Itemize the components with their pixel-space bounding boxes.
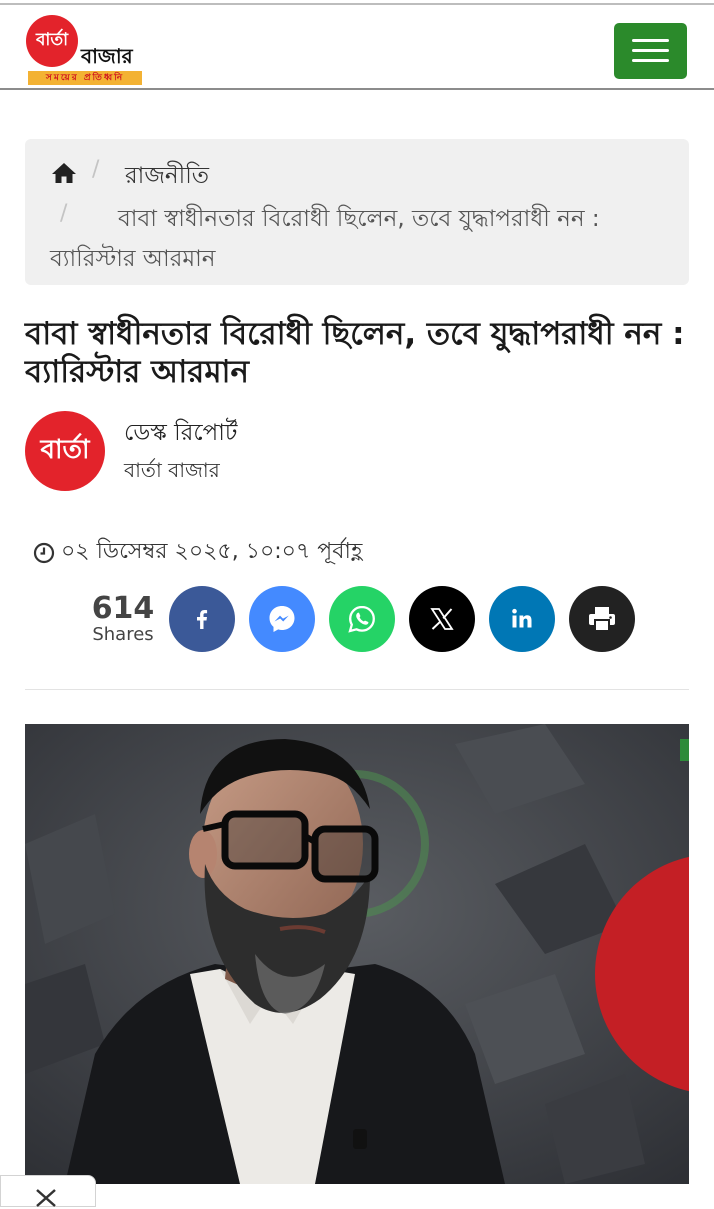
- share-count: 614: [91, 591, 155, 626]
- date-text: ০২ ডিসেম্বর ২০২৫, ১০:০৭ পূর্বাহ্ণ: [61, 539, 363, 564]
- author-org: বার্তা বাজার: [124, 458, 220, 482]
- close-icon: [36, 1189, 56, 1207]
- logo-tagline: সময়ের প্রতিধ্বনি: [28, 71, 142, 85]
- hamburger-icon-line: [632, 59, 669, 62]
- logo-badge: বার্তা: [26, 15, 78, 67]
- article-photo-image: [25, 724, 689, 1184]
- site-logo[interactable]: বার্তা বাজার সময়ের প্রতিধ্বনি: [26, 15, 148, 85]
- clock-icon: [33, 542, 55, 563]
- messenger-icon: [269, 606, 295, 632]
- whatsapp-icon: [348, 605, 375, 633]
- header-divider: [0, 88, 714, 90]
- article-photo: [25, 724, 689, 1184]
- close-ad-button[interactable]: [0, 1175, 96, 1207]
- breadcrumb-category[interactable]: রাজনীতি: [125, 157, 209, 196]
- publish-date: ০২ ডিসেম্বর ২০২৫, ১০:০৭ পূর্বাহ্ণ: [33, 534, 362, 571]
- share-counter: 614 Shares: [88, 592, 158, 644]
- print-icon: [589, 607, 615, 632]
- breadcrumb-separator: /: [92, 157, 100, 182]
- facebook-share-button[interactable]: [169, 586, 235, 652]
- messenger-share-button[interactable]: [249, 586, 315, 652]
- site-header: বার্তা বাজার সময়ের প্রতিধ্বনি: [0, 5, 714, 89]
- facebook-icon: [197, 610, 208, 629]
- menu-button[interactable]: [614, 23, 687, 79]
- linkedin-share-button[interactable]: [489, 586, 555, 652]
- x-share-button[interactable]: [409, 586, 475, 652]
- author-name[interactable]: ডেস্ক রিপোর্ট: [124, 414, 237, 453]
- hamburger-icon: [632, 39, 669, 42]
- x-icon: [430, 608, 454, 630]
- hamburger-icon-line: [632, 49, 669, 52]
- author-avatar[interactable]: বার্তা: [25, 411, 105, 491]
- share-label: Shares: [92, 624, 154, 645]
- article-title: বাবা স্বাধীনতার বিরোধী ছিলেন, তবে যুদ্ধা…: [25, 316, 685, 390]
- whatsapp-share-button[interactable]: [329, 586, 395, 652]
- share-divider: [25, 689, 689, 690]
- home-icon[interactable]: [51, 162, 77, 184]
- breadcrumb: / রাজনীতি / বাবা স্বাধীনতার বিরোধী ছিলেন…: [25, 139, 689, 285]
- linkedin-icon: [512, 608, 532, 628]
- print-button[interactable]: [569, 586, 635, 652]
- breadcrumb-current: বাবা স্বাধীনতার বিরোধী ছিলেন, তবে যুদ্ধা…: [50, 206, 600, 272]
